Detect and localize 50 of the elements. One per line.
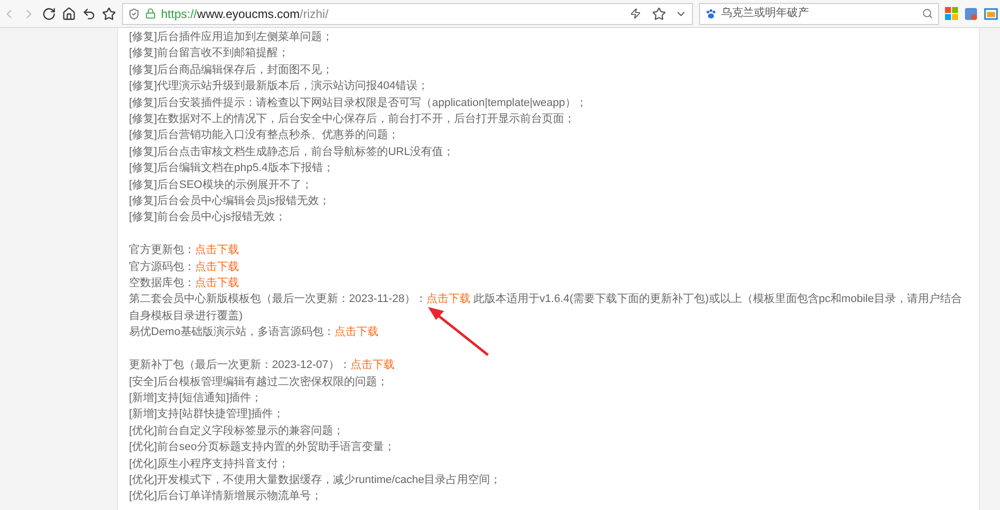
undo-icon[interactable] [82, 6, 96, 20]
extension-icon[interactable] [964, 6, 978, 20]
text-line: [优化]开发模式下，不使用大量数据缓存，减少runtime/cache目录占用空间； [129, 472, 502, 488]
text-line: 空数据库包：点击下载 [129, 276, 240, 292]
text-line: [优化]前台自定义字段标签显示的兼容问题； [129, 424, 346, 439]
text-line: [修复]后台SEO模块的示例展开不了； [129, 178, 314, 193]
bookmark-icon[interactable] [102, 6, 116, 20]
address-bar[interactable]: https://www.eyoucms.com/rizhi/ [122, 2, 693, 24]
search-input[interactable]: 乌克兰或明年破产 [721, 5, 918, 22]
download-link[interactable]: 点击下载 [334, 326, 378, 338]
text-line: 更新补丁包（最后一次更新：2023-12-07）：点击下载 [129, 358, 396, 374]
search-icon[interactable] [922, 8, 933, 19]
text-line: [新增]支持[短信通知]插件； [129, 390, 264, 406]
download-link[interactable]: 点击下载 [195, 244, 239, 256]
text-line: [修复]代理演示站升级到最新版本后，演示站访问报404错误； [129, 78, 430, 94]
text-line: [新增]支持[站群快捷管理]插件； [129, 406, 286, 422]
window-icon[interactable] [984, 6, 998, 20]
url-text: https://www.eyoucms.com/rizhi/ [161, 6, 328, 22]
download-link[interactable]: 点击下载 [195, 260, 239, 273]
text-line: 易优Demo基础版演示站，多语言源码包：点击下载 [129, 324, 380, 340]
download-link[interactable]: 点击下载 [350, 359, 394, 372]
text-line: [修复]后台插件应用追加到左侧菜单问题； [129, 30, 334, 45]
text-line: 官方更新包：点击下载 [129, 242, 240, 258]
favorite-icon[interactable] [652, 6, 666, 20]
text-line: [修复]前台留言收不到邮箱提醒； [129, 46, 290, 62]
home-icon[interactable] [62, 6, 76, 20]
pointer-arrow [425, 305, 491, 357]
text-line: [修复]后台营销功能入口没有整点秒杀、优惠券的问题； [129, 128, 400, 144]
text-line: 第二套会员中心新版模板包（最后一次更新：2023-11-28）：点击下载 此版本适用于v1.6.4(需要下载下面的更新补丁包)或以上（模板里面包含pc和mobile目录，请用户结合自身模板目录进行覆盖) [129, 292, 963, 324]
text-line: [优化]原生小程序支持抖音支付； [129, 456, 290, 472]
text-line: [修复]后台会员中心编辑会员js报错无效； [129, 194, 332, 210]
text-line: [修复]后台点击审核文档生成静态后，前台导航标签的URL没有值； [129, 144, 456, 160]
reload-icon[interactable] [42, 6, 56, 20]
lightning-icon[interactable] [630, 8, 641, 19]
download-link[interactable]: 点击下载 [195, 277, 239, 290]
text-line: [优化]后台订单详情新增展示物流单号； [129, 488, 324, 504]
text-line: 官方源码包：点击下载 [129, 260, 240, 275]
paw-icon [705, 8, 717, 20]
text-line: [修复]前台会员中心js报错无效； [129, 210, 288, 226]
search-field[interactable]: 乌克兰或明年破产 [699, 2, 939, 24]
download-link[interactable]: 点击下载 [426, 293, 470, 306]
text-line: [安全]后台模板管理编辑有越过二次密保权限的问题； [129, 374, 390, 390]
shield-icon [128, 8, 140, 20]
text-line: [修复]后台商品编辑保存后，封面图不见； [129, 62, 334, 78]
text-line: [优化]前台seo分页标题支持内置的外贸助手语言变量； [129, 440, 396, 456]
grid-icon[interactable] [945, 7, 958, 20]
text-line: [修复]后台安装插件提示：请检查以下网站目录权限是否可写（application|template|weapp）； [129, 96, 588, 111]
text-line: [修复]在数据对不上的情况下，后台安全中心保存后，前台打不开，后台打开显示前台页面； [129, 112, 576, 128]
lock-icon [145, 8, 156, 19]
text-line: [修复]后台编辑文档在php5.4版本下报错； [129, 160, 335, 176]
